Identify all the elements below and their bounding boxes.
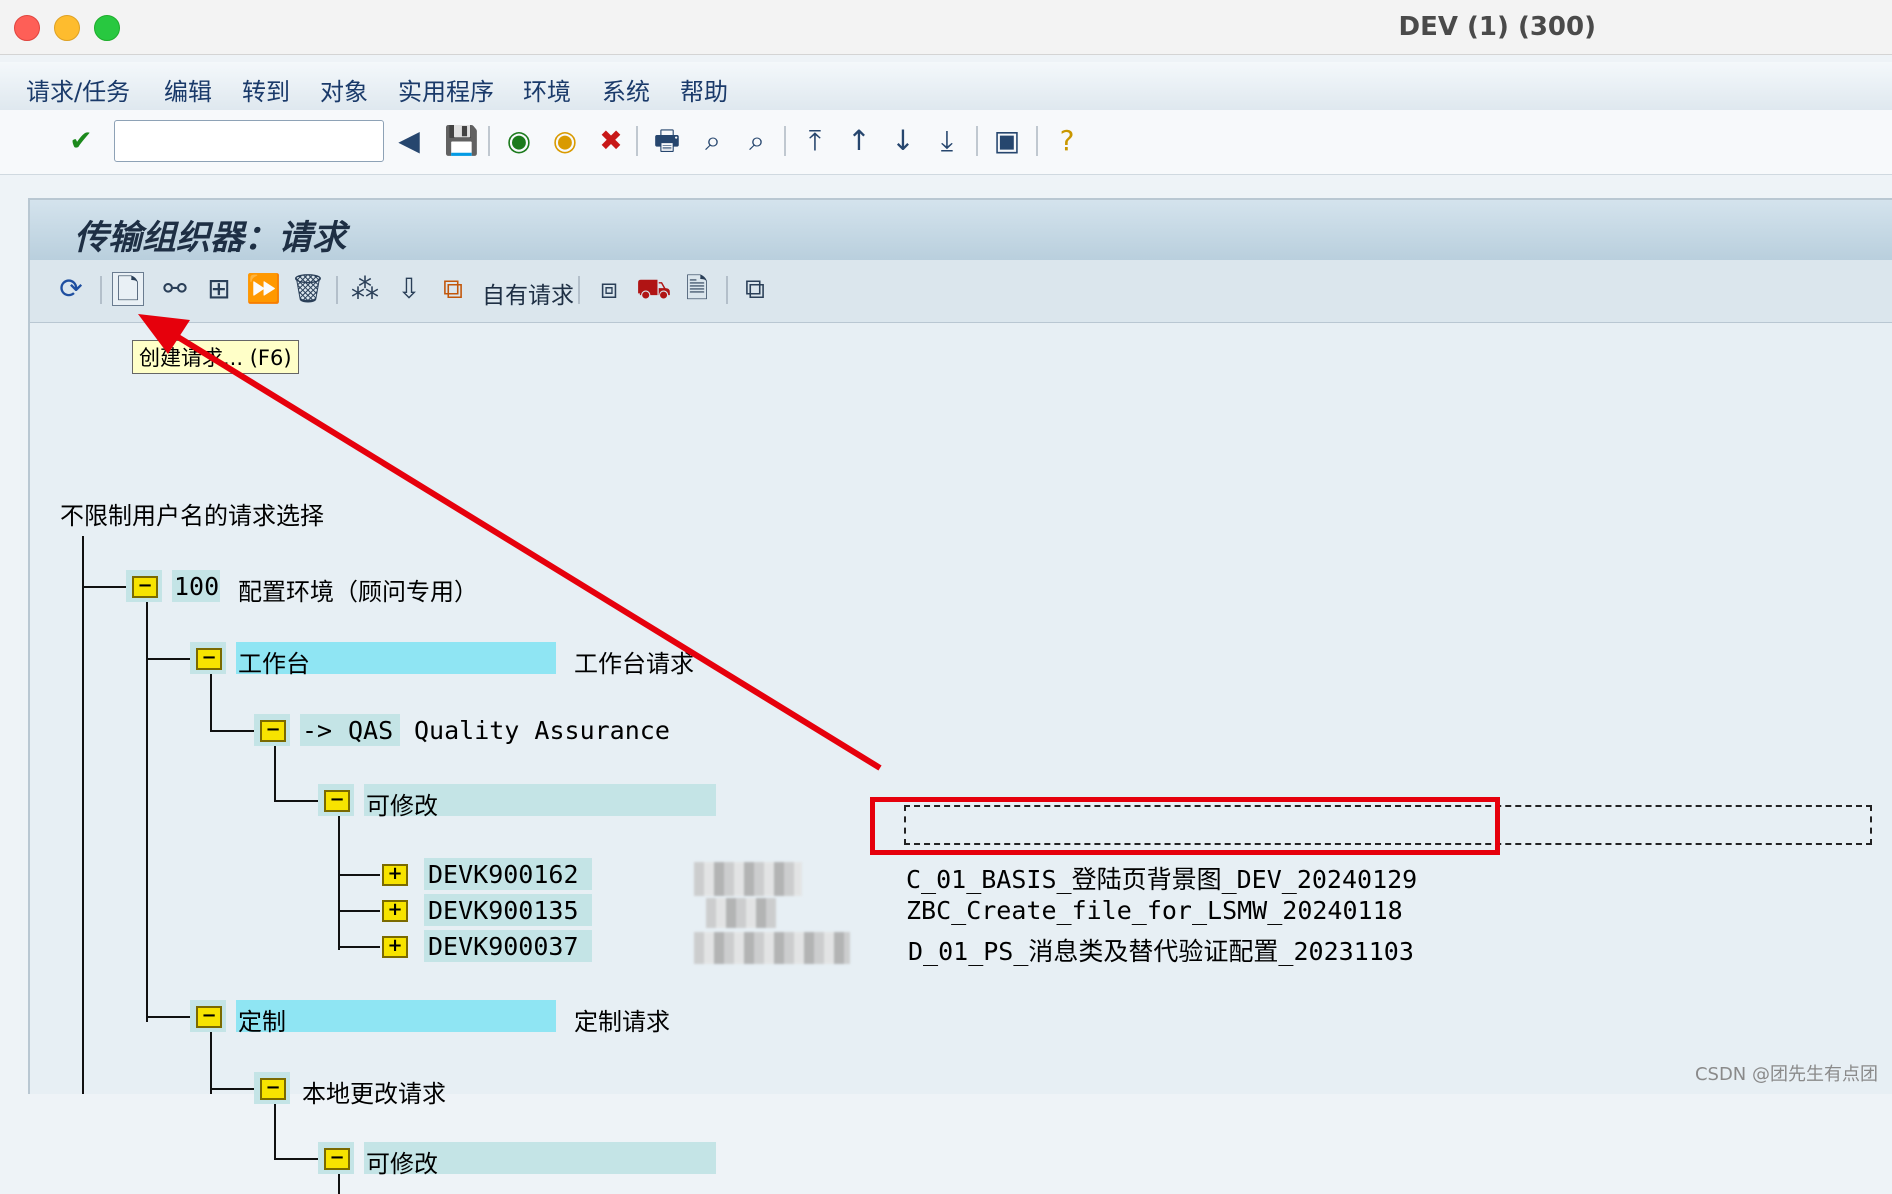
window-title-bar: DEV (1) (300) <box>0 0 1892 55</box>
modifiable-label: 可修改 <box>366 1150 438 1178</box>
hierarchy-icon[interactable]: ⊞ <box>202 272 236 306</box>
request-id[interactable]: DEVK900037 <box>428 932 579 961</box>
truck-icon[interactable]: ⛟ <box>636 272 671 306</box>
save-icon[interactable]: 💾 <box>444 124 479 158</box>
watermark: CSDN @团先生有点团 <box>1694 1064 1878 1085</box>
standard-toolbar: ✔ ◀ 💾 ◉ ◉ ✖ 🖶 ⌕ ⌕ ⤒ ↑ ↓ ⤓ ▣ ? <box>0 110 1892 175</box>
exit-icon[interactable]: ◉ <box>548 124 582 158</box>
objects-icon[interactable]: ⁂ <box>348 272 382 306</box>
request-description: ZBC_Create_file_for_LSMW_20240118 <box>906 896 1403 925</box>
folder-expand-icon[interactable]: + <box>382 900 408 922</box>
create-request-tooltip: 创建请求... (F6) <box>132 340 299 374</box>
overview-icon[interactable]: ⧉ <box>738 272 772 306</box>
target-system: QAS <box>348 716 394 745</box>
menu-goto[interactable]: 转到 <box>242 72 290 107</box>
own-requests-button-label[interactable]: 自有请求 <box>482 276 574 310</box>
cancel-icon[interactable]: ✖ <box>594 124 628 158</box>
close-window-button[interactable] <box>14 15 40 41</box>
request-description-selected[interactable]: D_01_PS_消息类及替代验证配置_20231103 <box>908 932 1414 968</box>
print-icon[interactable]: 🖶 <box>650 124 684 158</box>
find-icon[interactable]: ⌕ <box>696 124 730 158</box>
menu-object[interactable]: 对象 <box>320 72 368 107</box>
menu-bar: 请求/任务 编辑 转到 对象 实用程序 环境 系统 帮助 <box>0 62 1892 111</box>
menu-help[interactable]: 帮助 <box>680 72 728 107</box>
import-icon[interactable]: ⇩ <box>392 272 426 306</box>
request-tree: 不限制用户名的请求选择 − 100 配置环境（顾问专用） − 工作台 工作台请求… <box>30 322 1892 1194</box>
refresh-icon[interactable]: ⟳ <box>54 272 88 306</box>
modifiable-label: 可修改 <box>366 792 438 820</box>
dropdown-left-icon[interactable]: ◀ <box>392 124 426 158</box>
next-page-icon[interactable]: ↓ <box>886 124 920 158</box>
redacted-owner <box>694 932 850 964</box>
menu-environment[interactable]: 环境 <box>523 72 571 107</box>
application-toolbar: ⟳ 🗋 ⚯ ⊞ ⏩ 🗑 ⁂ ⇩ ⧉ 自有请求 ⧈ ⛟ 🗎 ⧉ <box>30 260 1892 323</box>
folder-collapse-icon[interactable]: − <box>260 720 286 742</box>
request-id[interactable]: DEVK900162 <box>428 860 579 889</box>
release-icon[interactable]: ⏩ <box>246 272 281 306</box>
workbench-label[interactable]: 工作台 <box>238 644 310 679</box>
zoom-window-button[interactable] <box>94 15 120 41</box>
target-description: Quality Assurance <box>414 716 670 745</box>
menu-request-task[interactable]: 请求/任务 <box>26 72 130 107</box>
previous-page-icon[interactable]: ↑ <box>842 124 876 158</box>
log-icon[interactable]: 🗎 <box>680 272 714 306</box>
delete-icon[interactable]: 🗑 <box>290 272 326 306</box>
client-number: 100 <box>174 572 220 601</box>
main-content: 传输组织器：请求 ⟳ 🗋 ⚯ ⊞ ⏩ 🗑 ⁂ ⇩ ⧉ 自有请求 ⧈ ⛟ 🗎 ⧉ … <box>28 198 1892 1194</box>
folder-collapse-icon[interactable]: − <box>324 1148 350 1170</box>
create-session-icon[interactable]: ▣ <box>990 124 1024 158</box>
menu-utilities[interactable]: 实用程序 <box>398 72 494 107</box>
back-icon[interactable]: ◉ <box>502 124 536 158</box>
minimize-window-button[interactable] <box>54 15 80 41</box>
folder-collapse-icon[interactable]: − <box>260 1078 286 1100</box>
redacted-owner <box>694 862 802 896</box>
target-prefix: -> <box>302 716 333 745</box>
first-page-icon[interactable]: ⤒ <box>798 124 832 158</box>
menu-system[interactable]: 系统 <box>602 72 650 107</box>
window-title: DEV (1) (300) <box>1398 12 1596 42</box>
customizing-description: 定制请求 <box>574 1008 670 1036</box>
folder-expand-icon[interactable]: + <box>382 864 408 886</box>
page-title-bar: 传输组织器：请求 <box>30 200 1892 260</box>
menu-edit[interactable]: 编辑 <box>164 72 212 107</box>
folder-collapse-icon[interactable]: − <box>196 648 222 670</box>
help-icon[interactable]: ? <box>1050 124 1084 158</box>
folder-collapse-icon[interactable]: − <box>132 576 158 598</box>
folder-expand-icon[interactable]: + <box>382 936 408 958</box>
enter-check-icon[interactable]: ✔ <box>64 124 98 158</box>
request-description: C_01_BASIS_登陆页背景图_DEV_20240129 <box>906 865 1418 894</box>
display-change-icon[interactable]: ⚯ <box>158 272 192 306</box>
transport-icon[interactable]: ⧈ <box>592 272 626 306</box>
redacted-owner <box>706 898 776 928</box>
own-requests-icon[interactable]: ⧉ <box>436 272 470 306</box>
last-page-icon[interactable]: ⤓ <box>930 124 964 158</box>
find-next-icon[interactable]: ⌕ <box>740 124 774 158</box>
annotation-highlight-box <box>870 797 1500 855</box>
page-title: 传输组织器：请求 <box>74 218 346 258</box>
customizing-label[interactable]: 定制 <box>238 1002 286 1037</box>
folder-collapse-icon[interactable]: − <box>196 1006 222 1028</box>
workbench-description: 工作台请求 <box>574 650 694 678</box>
client-label: 配置环境（顾问专用） <box>238 578 478 606</box>
folder-collapse-icon[interactable]: − <box>324 790 350 812</box>
create-request-icon[interactable]: 🗋 <box>112 272 144 306</box>
tree-root-label: 不限制用户名的请求选择 <box>60 502 324 530</box>
request-id[interactable]: DEVK900135 <box>428 896 579 925</box>
command-field[interactable] <box>114 120 384 162</box>
